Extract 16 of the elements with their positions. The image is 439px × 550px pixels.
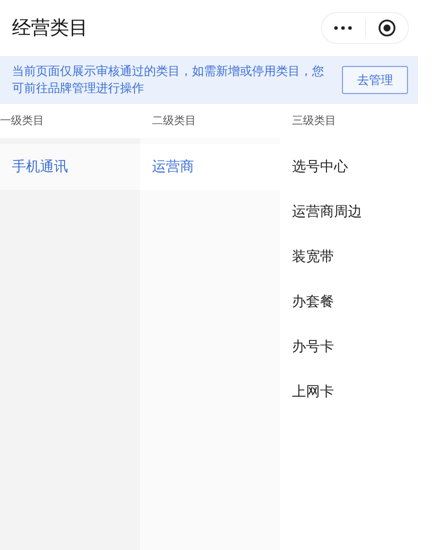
column-header: 一级类目 — [0, 112, 44, 129]
category-item[interactable]: 选号中心 — [280, 144, 439, 190]
more-icon — [334, 26, 352, 30]
manage-button[interactable]: 去管理 — [342, 66, 408, 94]
category-item[interactable]: 办号卡 — [280, 324, 439, 370]
category-item[interactable]: 运营商周边 — [280, 189, 439, 235]
category-item[interactable]: 上网卡 — [280, 369, 439, 415]
category-item[interactable]: 装宽带 — [280, 234, 439, 280]
column-header: 二级类目 — [152, 112, 196, 129]
target-icon — [378, 19, 396, 37]
category-item[interactable]: 运营商 — [140, 144, 280, 190]
page-title: 经营类目 — [12, 16, 88, 41]
notice-text: 当前页面仅展示审核通过的类目，如需新增或停用类目，您可前往品牌管理进行操作 — [12, 63, 325, 97]
column-header: 三级类目 — [292, 112, 336, 129]
category-item[interactable]: 办套餐 — [280, 279, 439, 325]
category-item[interactable]: 手机通讯 — [0, 144, 140, 190]
